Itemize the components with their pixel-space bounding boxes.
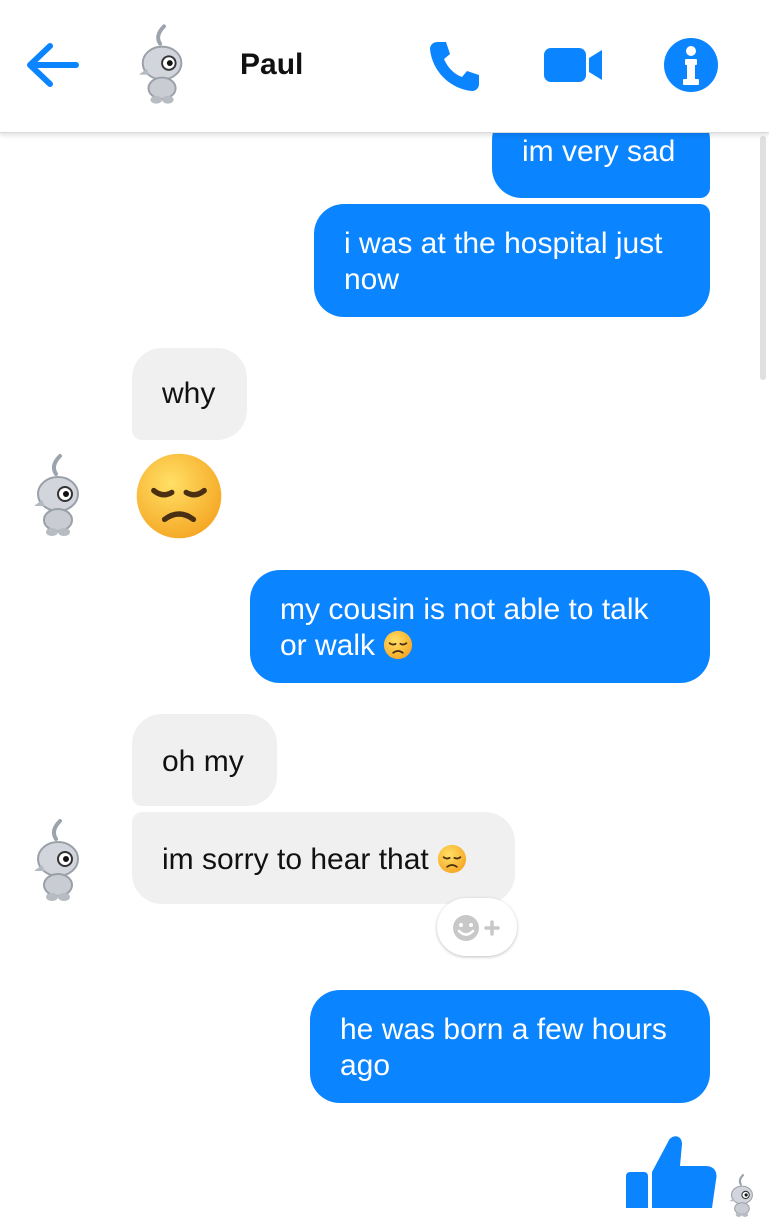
- message-text-line: he was born a few hours: [340, 1013, 667, 1046]
- message-text-line: i was at the hospital just: [344, 227, 663, 260]
- contact-name[interactable]: Paul: [240, 48, 303, 82]
- disappointed-face-emoji: [383, 630, 413, 660]
- sender-avatar[interactable]: [30, 450, 90, 542]
- sender-avatar[interactable]: [30, 815, 90, 907]
- add-reaction-icon: [453, 915, 500, 941]
- message-text-line: my cousin is not able to talk: [280, 593, 649, 626]
- video-call-button[interactable]: [540, 44, 608, 86]
- disappointed-face-emoji[interactable]: [134, 451, 224, 541]
- message-bubble-incoming[interactable]: im sorry to hear that: [132, 812, 515, 904]
- message-text: im sorry to hear that: [162, 843, 429, 876]
- thumbs-up-icon[interactable]: [622, 1128, 718, 1208]
- info-icon: [664, 38, 718, 92]
- message-text-line: now: [344, 263, 400, 296]
- message-bubble-outgoing[interactable]: my cousin is not able to talk or walk: [250, 570, 710, 683]
- message-bubble-incoming[interactable]: oh my: [132, 714, 277, 806]
- info-button[interactable]: [662, 36, 720, 94]
- message-bubble-outgoing[interactable]: i was at the hospital just now: [314, 204, 710, 317]
- video-camera-icon: [544, 48, 602, 82]
- message-text-line: ago: [340, 1049, 391, 1082]
- message-text-line: or walk: [280, 628, 710, 664]
- scrollbar[interactable]: [760, 136, 766, 380]
- arrow-left-icon: [27, 43, 79, 87]
- back-button[interactable]: [24, 40, 82, 90]
- message-bubble-incoming[interactable]: why: [132, 348, 247, 440]
- contact-avatar[interactable]: [135, 18, 193, 112]
- phone-icon: [430, 42, 479, 91]
- seen-by-avatar: [725, 1172, 761, 1220]
- conversation-header: Paul: [0, 0, 769, 133]
- disappointed-face-emoji: [437, 844, 467, 874]
- message-text: im very sad: [522, 135, 676, 168]
- message-text: why: [162, 377, 216, 410]
- message-bubble-outgoing[interactable]: he was born a few hours ago: [310, 990, 710, 1103]
- add-reaction-button[interactable]: [437, 898, 517, 956]
- voice-call-button[interactable]: [426, 38, 484, 94]
- message-text: oh my: [162, 745, 244, 778]
